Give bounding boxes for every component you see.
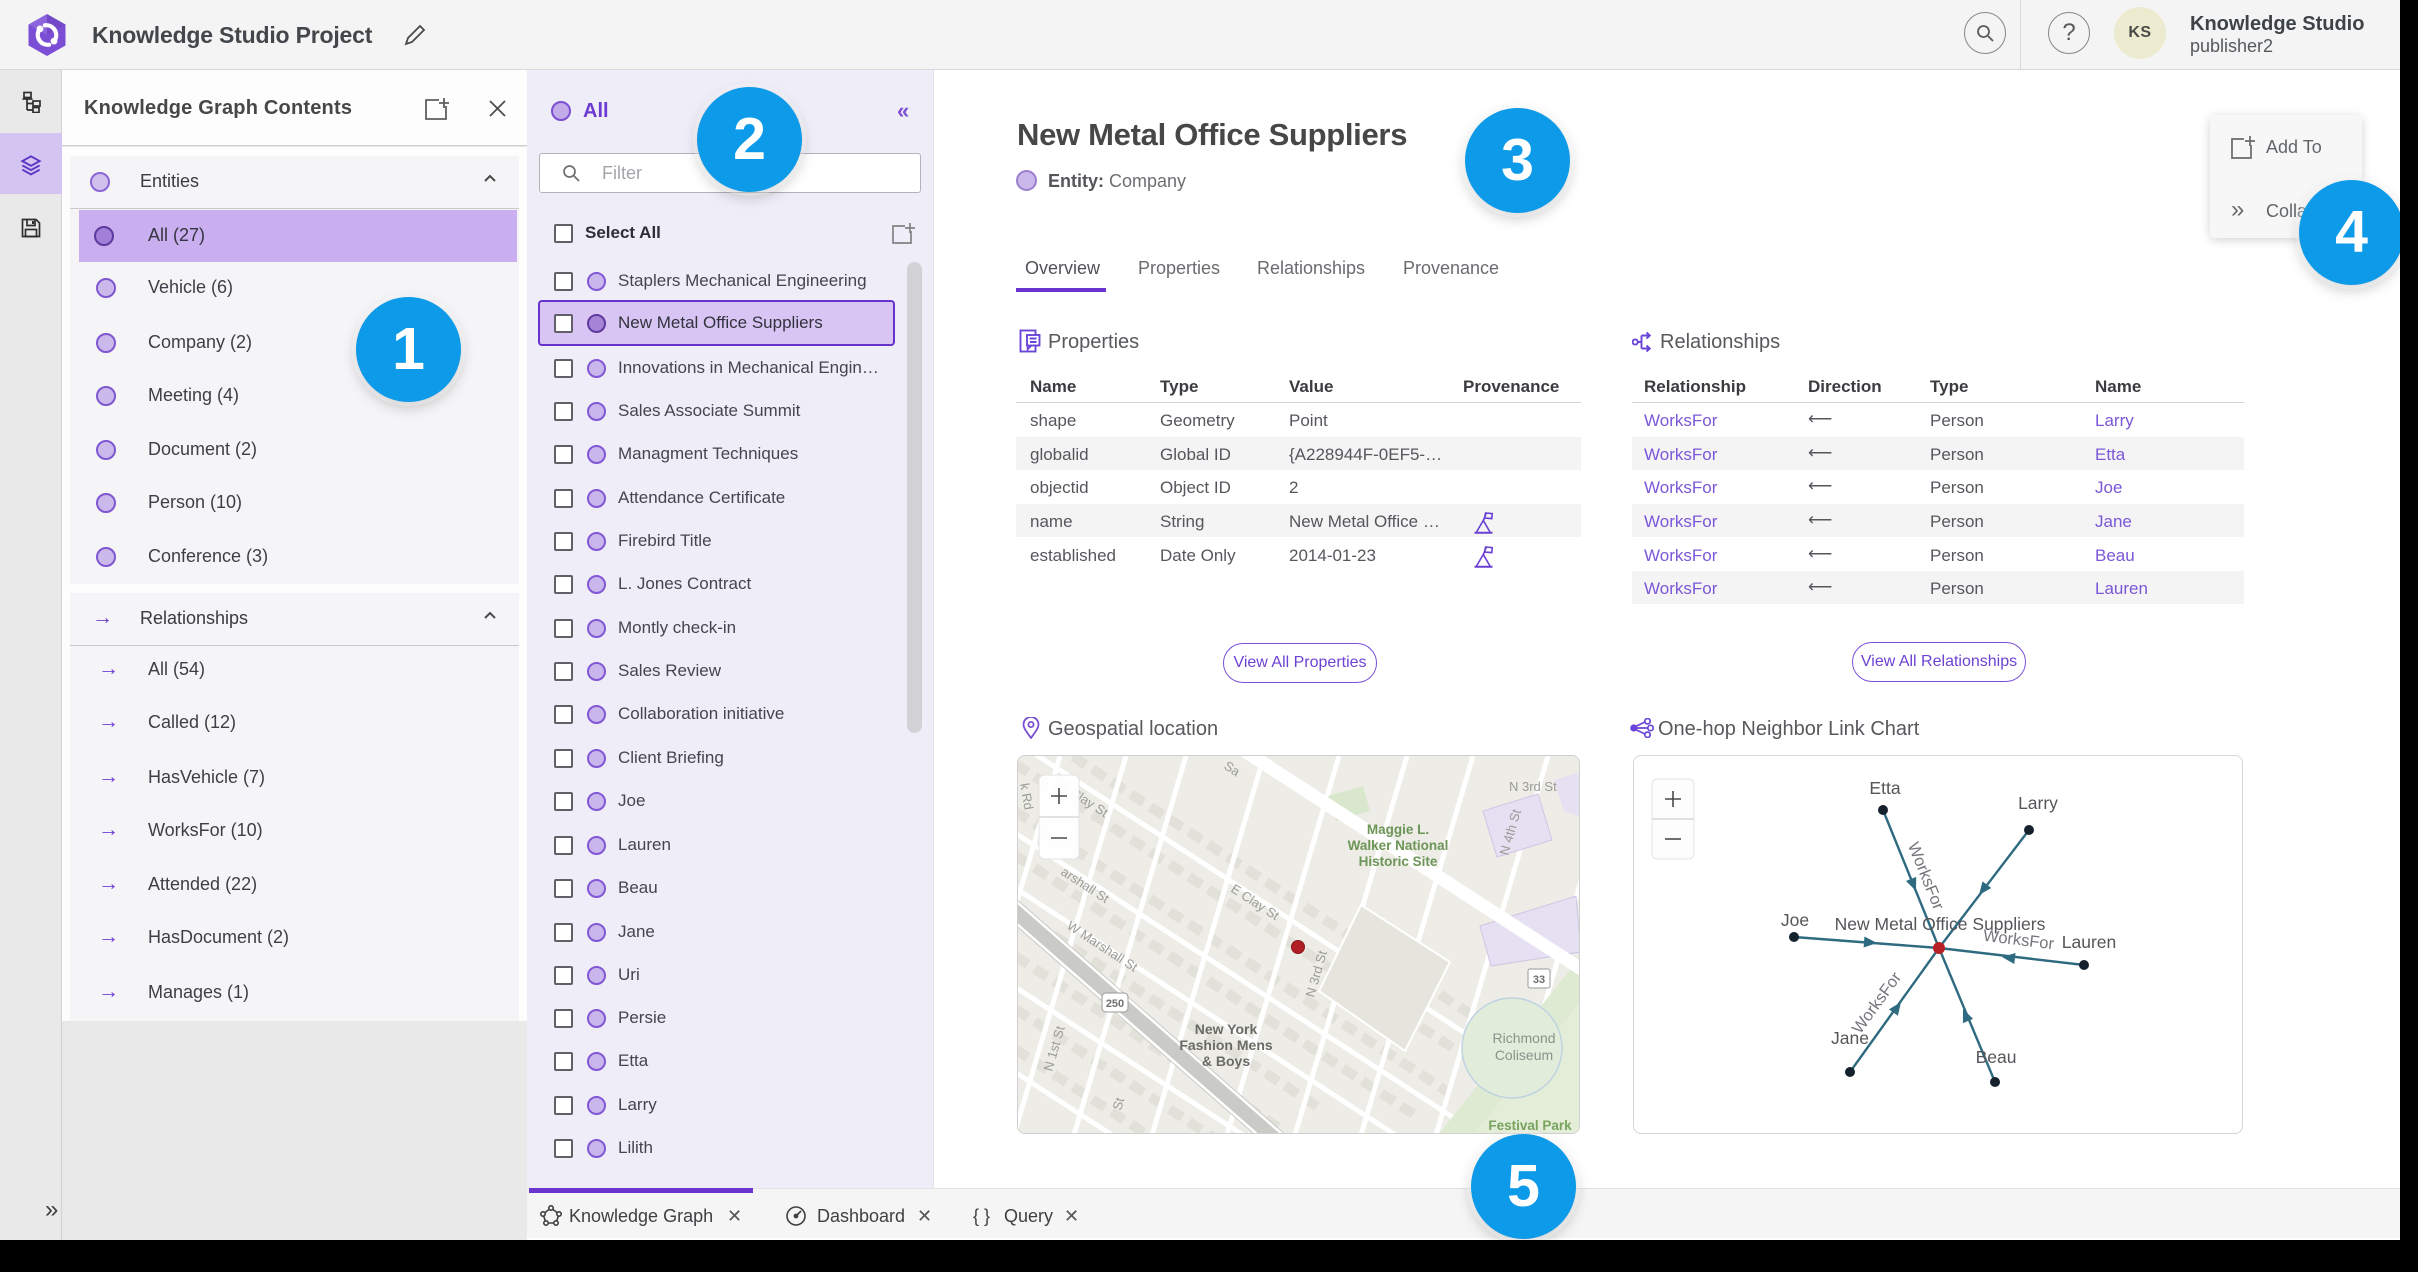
svg-text:Beau: Beau [1976,1047,2017,1067]
svg-text:Walker National: Walker National [1348,838,1449,853]
svg-text:33: 33 [1533,974,1545,986]
svg-text:N 3rd St: N 3rd St [1509,779,1557,794]
svg-text:& Boys: & Boys [1202,1053,1250,1069]
svg-text:Festival Park: Festival Park [1488,1118,1572,1133]
svg-text:Joe: Joe [1781,910,1809,930]
svg-text:Historic Site: Historic Site [1359,854,1438,869]
svg-text:Fashion Mens: Fashion Mens [1179,1037,1273,1053]
svg-text:Coliseum: Coliseum [1495,1047,1553,1063]
svg-text:Richmond: Richmond [1492,1030,1555,1046]
svg-text:Larry: Larry [2018,793,2058,813]
svg-text:New York: New York [1195,1021,1258,1037]
svg-text:Etta: Etta [1869,778,1900,798]
svg-text:Maggie L.: Maggie L. [1367,822,1429,837]
svg-text:Lauren: Lauren [2062,932,2117,952]
svg-text:250: 250 [1106,998,1124,1010]
svg-text:WorksFor: WorksFor [1849,969,1906,1038]
